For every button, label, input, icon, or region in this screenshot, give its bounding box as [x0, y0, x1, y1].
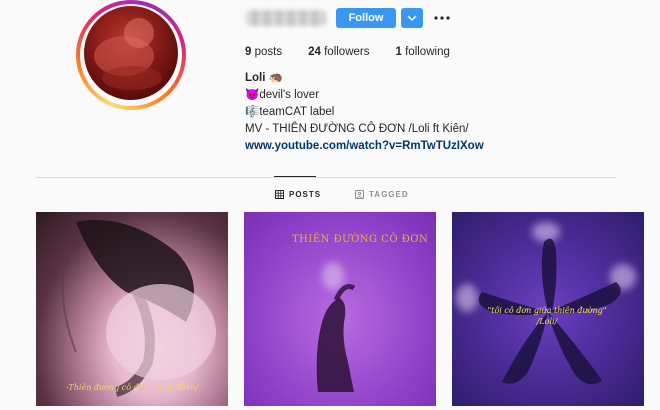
- following-stat[interactable]: 1 following: [396, 46, 450, 58]
- bio-line-2: 🎼teamCAT label: [245, 106, 335, 118]
- profile-bio: Loli 🦔 😈devil's lover 🎼teamCAT label MV …: [245, 70, 484, 155]
- following-label: following: [405, 46, 450, 58]
- bio-line-3: MV - THIÊN ĐƯỜNG CÔ ĐƠN /Loli ft Kiên/: [245, 123, 469, 135]
- avatar[interactable]: [84, 6, 178, 100]
- posts-stat: 9 posts: [245, 46, 282, 58]
- posts-count: 9: [245, 46, 252, 58]
- post-2-artwork: [316, 284, 356, 392]
- follow-button[interactable]: Follow: [336, 8, 396, 28]
- chevron-down-icon: [407, 15, 417, 21]
- tabs-divider: [36, 177, 616, 178]
- tab-tagged[interactable]: TAGGED: [355, 190, 409, 199]
- followers-label: followers: [324, 46, 370, 58]
- profile-stats: 9 posts 24 followers 1 following: [245, 46, 476, 58]
- following-count: 1: [395, 46, 402, 58]
- bio-line-1: 😈devil's lover: [245, 89, 320, 101]
- bio-link[interactable]: www.youtube.com/watch?v=RmTwTUzIXow: [245, 138, 484, 155]
- followers-stat[interactable]: 24 followers: [308, 46, 369, 58]
- tab-posts-label: POSTS: [289, 190, 322, 199]
- username-redacted: [246, 10, 326, 26]
- post-thumbnail-2[interactable]: THIÊN ĐƯỜNG CÔ ĐƠN: [244, 212, 436, 406]
- tab-tagged-label: TAGGED: [369, 190, 409, 199]
- active-tab-indicator: [274, 176, 316, 177]
- suggested-dropdown-button[interactable]: [401, 8, 423, 28]
- post-1-artwork: [61, 220, 216, 397]
- post-thumbnail-1[interactable]: -Thiên đường cô đơn - /Loli-Kiên/: [36, 212, 228, 406]
- posts-label: posts: [254, 46, 283, 58]
- profile-name: Loli: [245, 72, 266, 84]
- post-1-caption: -Thiên đường cô đơn - /Loli-Kiên/: [66, 383, 199, 392]
- more-dots-icon: [434, 16, 450, 20]
- hedgehog-emoji-icon: 🦔: [268, 72, 283, 84]
- grid-icon: [275, 190, 284, 199]
- post-thumbnail-3[interactable]: "tôi cô đơn giữa thiên đường" /Loli/: [452, 212, 644, 406]
- post-3-caption: "tôi cô đơn giữa thiên đường" /Loli/: [487, 306, 607, 326]
- followers-count: 24: [308, 46, 321, 58]
- tag-icon: [355, 190, 364, 199]
- more-options-button[interactable]: [433, 10, 451, 26]
- tab-posts[interactable]: POSTS: [275, 190, 321, 199]
